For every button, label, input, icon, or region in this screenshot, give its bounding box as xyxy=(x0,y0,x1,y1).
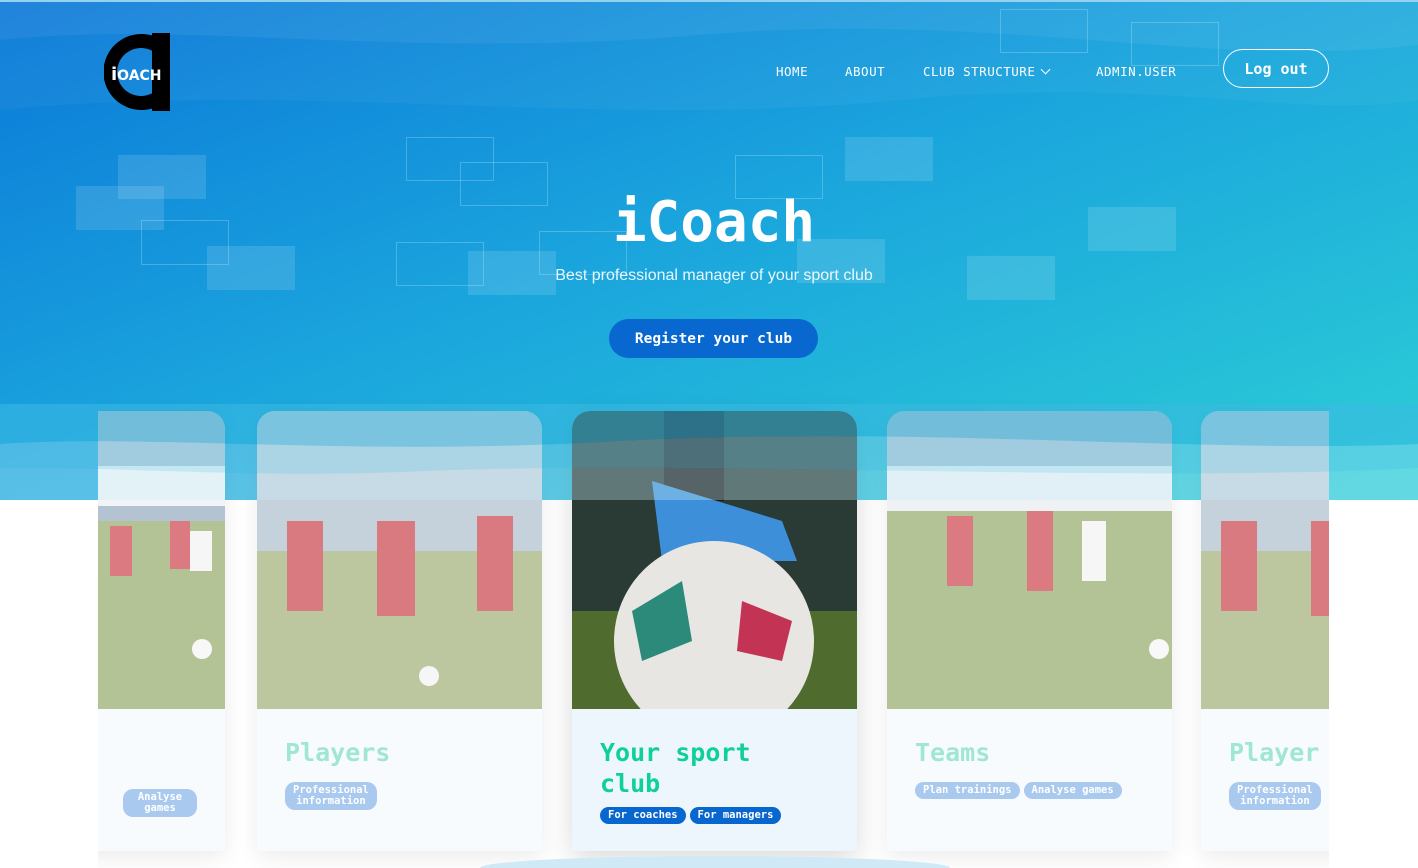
card-photo xyxy=(98,411,225,709)
card-tags: Professional information xyxy=(285,782,514,810)
card-title: Players xyxy=(285,738,391,767)
card-title: Teams xyxy=(915,738,991,767)
card-body: Analyse games xyxy=(98,709,225,851)
card-tag: Professional information xyxy=(1229,782,1321,810)
feature-card[interactable]: Teams Plan trainings Analyse games xyxy=(887,411,1172,851)
card-tags: For coaches For managers xyxy=(600,807,829,824)
feature-card[interactable]: Players Professional information xyxy=(257,411,542,851)
card-tag: For coaches xyxy=(600,807,686,824)
feature-card-active[interactable]: Your sport club For coaches For managers xyxy=(572,411,857,851)
card-tags: Professional information xyxy=(1229,782,1329,810)
card-body: Player Professional information xyxy=(1201,709,1329,851)
card-photo xyxy=(1201,411,1329,709)
soccer-ball-image xyxy=(572,411,857,709)
feature-carousel: Analyse games Players Professional infor… xyxy=(98,0,1329,868)
card-body: Teams Plan trainings Analyse games xyxy=(887,709,1172,851)
card-body: Your sport club For coaches For managers xyxy=(572,709,857,851)
soccer-players-image xyxy=(1201,411,1329,709)
card-tags: Plan trainings Analyse games xyxy=(915,782,1144,799)
card-tags: Analyse games xyxy=(123,789,197,817)
soccer-players-image xyxy=(257,411,542,709)
card-tag: Professional information xyxy=(285,782,377,810)
card-title: Player xyxy=(1229,738,1320,767)
card-photo xyxy=(257,411,542,709)
card-tag: Plan trainings xyxy=(915,782,1020,799)
soccer-players-image xyxy=(887,411,1172,709)
card-photo xyxy=(887,411,1172,709)
soccer-players-image xyxy=(98,411,225,709)
feature-card[interactable]: Analyse games xyxy=(98,411,225,851)
card-tag: For managers xyxy=(689,807,782,824)
card-title: Your sport club xyxy=(600,738,751,798)
feature-card[interactable]: Player Professional information xyxy=(1201,411,1329,851)
card-body: Players Professional information xyxy=(257,709,542,851)
card-tag: Analyse games xyxy=(123,789,197,817)
card-photo xyxy=(572,411,857,709)
card-tag: Analyse games xyxy=(1023,782,1122,799)
